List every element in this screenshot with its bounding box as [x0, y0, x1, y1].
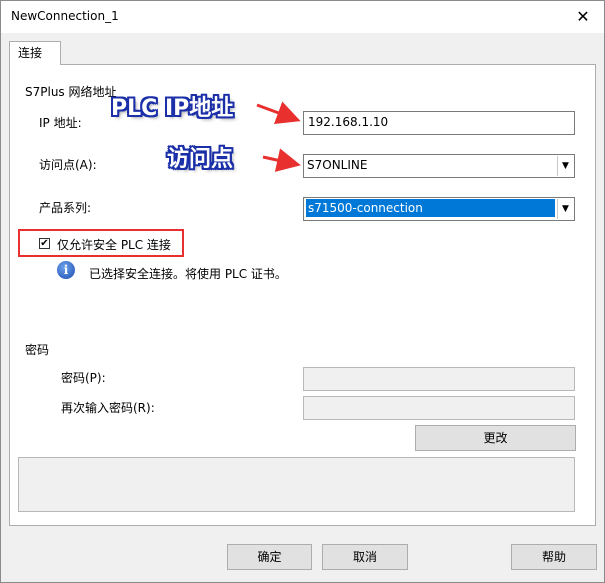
arrow-to-ip-icon [256, 101, 301, 125]
annotation-arrows [256, 101, 301, 172]
tab-connection[interactable]: 连接 [9, 41, 61, 65]
connection-dialog: NewConnection_1 ✕ 连接 S7Plus 网络地址 IP 地址: … [0, 0, 605, 583]
arrow-to-access-point-icon [262, 148, 301, 172]
